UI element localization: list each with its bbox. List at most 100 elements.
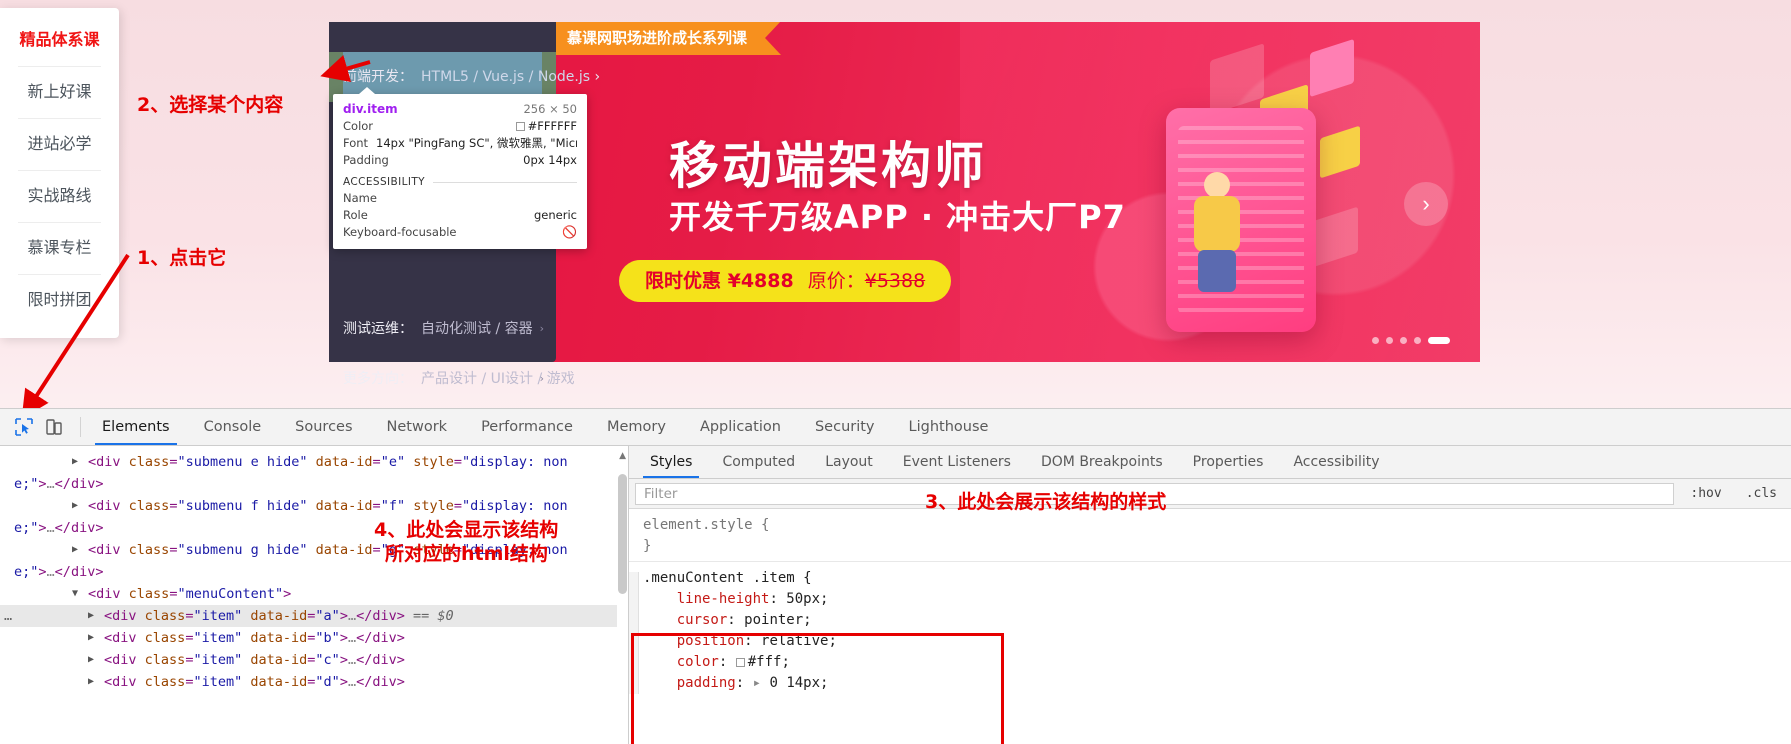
css-declaration[interactable]: position: relative;: [629, 631, 1791, 652]
sidebar-item-4[interactable]: 慕课专栏: [0, 222, 119, 274]
tab-memory[interactable]: Memory: [590, 409, 683, 445]
dom-node[interactable]: ▶ <div class="submenu f hide" data-id="f"…: [0, 495, 628, 517]
menu-row-value: 产品设计 / UI设计 / 游戏: [421, 371, 575, 387]
css-value: pointer;: [744, 612, 812, 628]
css-rule-selector[interactable]: .menuContent .item {: [629, 568, 1791, 589]
device-toolbar-icon[interactable]: [44, 417, 64, 437]
carousel-dot-0[interactable]: [1372, 337, 1379, 344]
tab-dom-breakpoints[interactable]: DOM Breakpoints: [1026, 446, 1178, 478]
tab-layout[interactable]: Layout: [810, 446, 888, 478]
carousel-dots[interactable]: [1372, 337, 1450, 344]
carousel-dot-1[interactable]: [1386, 337, 1393, 344]
tab-label: Accessibility: [1293, 454, 1380, 470]
scrollbar-thumb[interactable]: [618, 474, 627, 594]
color-swatch-icon[interactable]: [735, 658, 745, 667]
more-options-icon[interactable]: …: [4, 605, 13, 627]
sidebar-item-2[interactable]: 进站必学: [0, 118, 119, 170]
tab-console[interactable]: Console: [187, 409, 279, 445]
css-declaration[interactable]: line-height: 50px;: [629, 589, 1791, 610]
hover-state-button[interactable]: :hov: [1682, 486, 1729, 501]
price-current: 限时优惠 ¥4888: [645, 270, 794, 292]
tab-computed[interactable]: Computed: [707, 446, 810, 478]
annotation-1: 1、点击它: [137, 247, 227, 269]
color-swatch-icon: [515, 122, 525, 131]
sidebar-item-5[interactable]: 限时拼团: [0, 274, 119, 326]
tab-accessibility[interactable]: Accessibility: [1278, 446, 1394, 478]
css-declaration[interactable]: color: #fff;: [629, 652, 1791, 673]
disclosure-triangle-icon[interactable]: ▶: [88, 605, 94, 627]
element-style-open[interactable]: element.style {: [629, 515, 1791, 536]
tooltip-key: Color: [343, 119, 374, 133]
disclosure-triangle-icon[interactable]: ▶: [72, 539, 78, 561]
tab-application[interactable]: Application: [683, 409, 798, 445]
css-declaration[interactable]: cursor: pointer;: [629, 610, 1791, 631]
inspect-element-icon[interactable]: [14, 417, 34, 437]
tab-performance[interactable]: Performance: [464, 409, 590, 445]
dom-tree-pane[interactable]: ▶ <div class="submenu e hide" data-id="e"…: [0, 446, 629, 744]
dom-node[interactable]: ▶ <div class="submenu e hide" data-id="e"…: [0, 451, 628, 473]
disclosure-triangle-icon[interactable]: ▶: [72, 495, 78, 517]
dom-tree-scrollbar[interactable]: ▲: [617, 446, 628, 744]
price-original: 原价：¥5388: [808, 270, 925, 292]
css-declaration[interactable]: padding: ▸ 0 14px;: [629, 673, 1791, 694]
banner-subtitle: 开发千万级APP · 冲击大厂P7: [669, 198, 1126, 236]
scroll-up-icon[interactable]: ▲: [619, 451, 626, 461]
cube-decor: [1210, 43, 1264, 115]
sidebar-item-0[interactable]: 精品体系课: [0, 14, 119, 66]
sidebar-item-label: 限时拼团: [27, 290, 92, 309]
tooltip-key: Padding: [343, 153, 389, 167]
tab-label: Memory: [606, 419, 666, 435]
tab-lighthouse[interactable]: Lighthouse: [892, 409, 1006, 445]
carousel-dot-2[interactable]: [1400, 337, 1407, 344]
carousel-dot-3[interactable]: [1414, 337, 1421, 344]
menu-row-key: 前端开发：: [343, 69, 413, 85]
element-classes-button[interactable]: .cls: [1738, 486, 1785, 501]
tooltip-key: Role: [343, 208, 368, 222]
chevron-right-icon: ›: [594, 69, 601, 85]
tab-label: Performance: [481, 419, 573, 435]
disclosure-triangle-icon[interactable]: ▶: [88, 627, 94, 649]
css-property: cursor: [676, 612, 728, 628]
not-allowed-icon: 🚫: [562, 225, 577, 239]
sidebar-item-1[interactable]: 新上好课: [0, 66, 119, 118]
menu-row-more[interactable]: 更多方向： 产品设计 / UI设计 / 游戏 ›: [329, 354, 575, 404]
dom-node-selected[interactable]: … ▶ <div class="item" data-id="a">…</div> …: [0, 605, 628, 627]
dom-node[interactable]: ▶ <div class="item" data-id="b">…</div>: [0, 627, 628, 649]
tab-elements[interactable]: Elements: [85, 409, 187, 445]
styles-rules-area: element.style { } .menuContent .item { l…: [629, 509, 1791, 744]
css-value: 0 14px;: [769, 675, 829, 691]
tooltip-padding-value: 0px 14px: [523, 153, 577, 167]
tab-event-listeners[interactable]: Event Listeners: [888, 446, 1026, 478]
annotation-4-line1: 4、此处会显示该结构: [374, 519, 559, 541]
sidebar-item-3[interactable]: 实战路线: [0, 170, 119, 222]
tab-security[interactable]: Security: [798, 409, 892, 445]
tab-network[interactable]: Network: [370, 409, 465, 445]
disclosure-triangle-icon[interactable]: ▼: [72, 583, 78, 605]
expand-arrow-icon[interactable]: ▸: [753, 675, 761, 691]
annotation-2: 2、选择某个内容: [137, 94, 284, 116]
tooltip-element-name: div.item: [343, 102, 398, 116]
devtools-toolbar-icons: [0, 409, 76, 445]
menu-row-testops[interactable]: 测试运维： 自动化测试 / 容器 ›: [329, 304, 556, 354]
tooltip-value: generic: [534, 208, 577, 222]
tooltip-value: #FFFFFF: [515, 118, 577, 135]
dom-node[interactable]: ▼ <div class="menuContent">: [0, 583, 628, 605]
carousel-dot-4-active[interactable]: [1428, 337, 1450, 344]
tab-properties[interactable]: Properties: [1178, 446, 1279, 478]
dom-node[interactable]: ▶ <div class="item" data-id="d">…</div>: [0, 671, 628, 693]
sidebar-item-label: 新上好课: [27, 82, 92, 101]
tooltip-color-value: #FFFFFF: [527, 119, 577, 133]
tab-label: Network: [386, 419, 448, 435]
tab-sources[interactable]: Sources: [278, 409, 369, 445]
disclosure-triangle-icon[interactable]: ▶: [72, 451, 78, 473]
disclosure-triangle-icon[interactable]: ▶: [88, 671, 94, 693]
tab-styles[interactable]: Styles: [635, 446, 707, 478]
css-value: #fff;: [747, 654, 790, 670]
tooltip-key: Keyboard-focusable: [343, 225, 457, 239]
tooltip-accessibility-header: ACCESSIBILITY: [343, 176, 577, 188]
disclosure-triangle-icon[interactable]: ▶: [88, 649, 94, 671]
tooltip-padding-row: Padding 0px 14px: [343, 152, 577, 169]
dom-node[interactable]: ▶ <div class="item" data-id="c">…</div>: [0, 649, 628, 671]
css-property: position: [676, 633, 745, 649]
carousel-next-button[interactable]: ›: [1404, 182, 1448, 226]
